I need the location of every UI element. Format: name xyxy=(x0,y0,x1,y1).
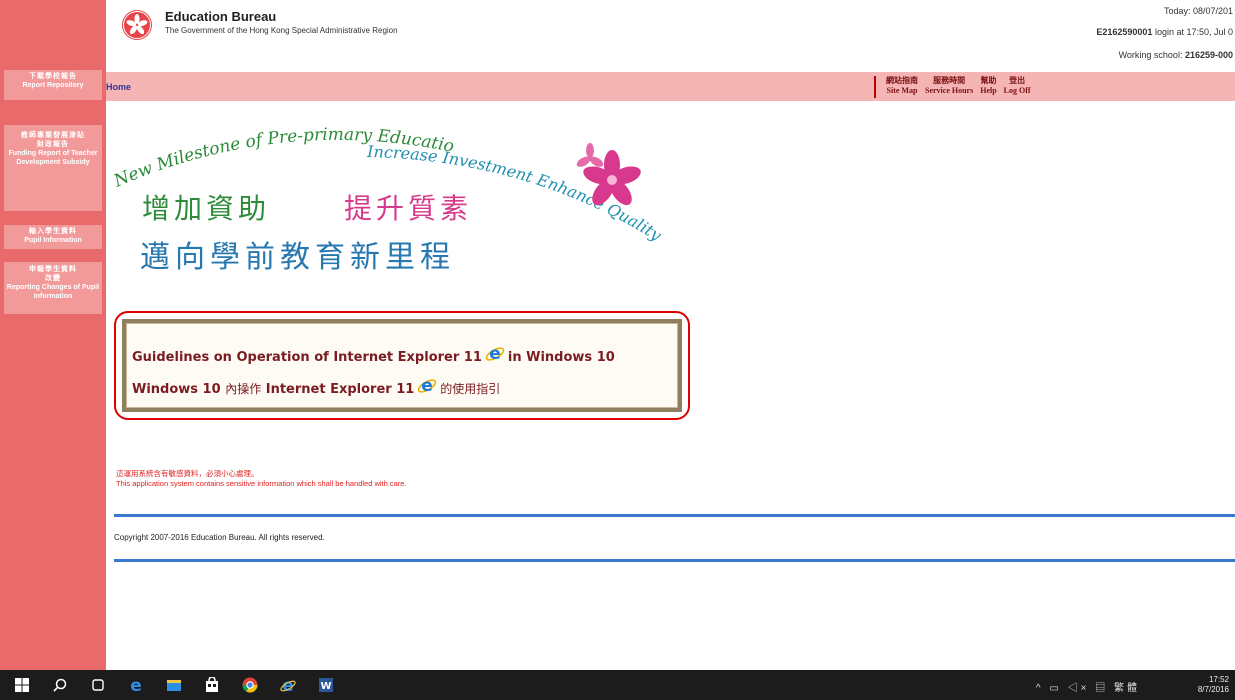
sensitive-info-warning: 這運用系統含有敏感資料，必須小心處理。 This application sys… xyxy=(116,469,407,489)
nav-link-zh: 網站指南 xyxy=(886,76,918,85)
login-user-id: E2162590001 xyxy=(1096,27,1153,37)
guideline-text: Windows 10 xyxy=(132,382,221,397)
clock-date: 8/7/2016 xyxy=(1197,685,1229,694)
guideline-text: Guidelines on Operation of Internet Expl… xyxy=(132,350,482,365)
guideline-text: in Windows 10 xyxy=(507,350,615,365)
school-label: Working school: xyxy=(1118,50,1185,60)
store-icon[interactable] xyxy=(204,677,220,693)
sidebar-item-label-zh2: 財政報告 xyxy=(37,141,69,148)
clock-time: 17:52 xyxy=(1208,675,1229,684)
nav-link-en: Help xyxy=(980,86,997,95)
sidebar: 下載學校報告 Report Repository 教師專業發展津貼 財政報告 F… xyxy=(0,0,106,670)
warning-zh: 這運用系統含有敏感資料，必須小心處理。 xyxy=(116,469,259,478)
sidebar-item-pupil-information[interactable]: 輸入學生資料 Pupil Information xyxy=(4,225,102,249)
sidebar-item-label-zh: 申報學生資料 xyxy=(29,266,77,273)
chrome-icon[interactable] xyxy=(242,677,258,693)
guideline-text: 的使用指引 xyxy=(440,382,501,396)
search-icon[interactable] xyxy=(52,677,68,693)
nav-link-en: Log Off xyxy=(1003,86,1031,95)
org-subtitle: The Government of the Hong Kong Special … xyxy=(165,26,398,35)
ime-indicator[interactable]: 繁體 xyxy=(1114,683,1140,694)
system-clock[interactable]: 17:52 8/7/2016 xyxy=(1198,675,1229,695)
ie11-guidelines-highlight: Guidelines on Operation of Internet Expl… xyxy=(114,311,690,420)
ie11-guidelines-link-en[interactable]: Guidelines on Operation of Internet Expl… xyxy=(132,344,615,365)
windows-taskbar: e e W ^ ▭ ◁× ▤ 繁體 17:52 8/7/2016 xyxy=(0,670,1235,700)
divider xyxy=(114,559,1235,562)
volume-icon[interactable]: ◁× xyxy=(1068,683,1090,694)
org-name: Education Bureau xyxy=(165,9,277,24)
sidebar-item-reporting-changes[interactable]: 申報學生資料 改變 Reporting Changes of Pupil Inf… xyxy=(4,262,102,314)
banner-zh-line1b: 提升質素 xyxy=(344,192,472,225)
divider xyxy=(114,514,1235,517)
tray-chevron-icon[interactable]: ^ xyxy=(1036,683,1044,694)
sidebar-item-report-repository[interactable]: 下載學校報告 Report Repository xyxy=(4,70,102,100)
service-hours-link[interactable]: 服務時間 Service Hours xyxy=(925,76,973,98)
svg-text:e: e xyxy=(422,376,434,396)
task-view-icon[interactable] xyxy=(90,677,106,693)
notification-icon[interactable]: ▤ xyxy=(1095,683,1108,694)
windows-start-icon[interactable] xyxy=(14,677,30,693)
internet-explorer-icon[interactable]: e xyxy=(280,677,296,693)
file-explorer-icon[interactable] xyxy=(166,677,182,693)
sidebar-item-label-zh: 教師專業發展津貼 xyxy=(21,132,85,139)
sidebar-item-label: Pupil Information xyxy=(24,237,82,244)
ie11-guidelines-link-zh[interactable]: Windows 10 內操作 Internet Explorer 11 e 的使用指… xyxy=(132,376,500,397)
svg-text:e: e xyxy=(130,677,142,693)
system-tray[interactable]: ^ ▭ ◁× ▤ 繁體 xyxy=(1036,679,1140,694)
nav-link-zh: 登出 xyxy=(1009,76,1026,85)
internet-explorer-icon: e xyxy=(485,344,505,364)
nav-link-en: Service Hours xyxy=(925,86,974,95)
banner-zh-line2: 邁向學前教育新里程 xyxy=(140,240,455,275)
banner-zh-line1a: 增加資助 xyxy=(142,192,270,225)
guideline-text: 內操作 xyxy=(225,382,262,396)
hksar-emblem-icon xyxy=(122,10,152,40)
ie11-guidelines-panel: Guidelines on Operation of Internet Expl… xyxy=(122,319,682,412)
today-date: Today: 08/07/201 xyxy=(1163,6,1233,16)
sidebar-item-label: Funding Report of Teacher Development Su… xyxy=(8,150,98,166)
guideline-text: Internet Explorer 11 xyxy=(265,382,415,397)
copyright: Copyright 2007-2016 Education Bureau. Al… xyxy=(114,533,325,542)
home-link[interactable]: Home xyxy=(106,82,131,92)
sidebar-item-label-zh2: 改變 xyxy=(45,275,61,282)
nav-links: 網站指南 Site Map 服務時間 Service Hours 幫助 Help… xyxy=(874,76,1031,98)
log-off-link[interactable]: 登出 Log Off xyxy=(1004,76,1031,98)
login-info: E2162590001 login at 17:50, Jul 0 xyxy=(1096,27,1233,37)
nav-link-zh: 服務時間 xyxy=(933,76,966,85)
sidebar-item-label: Reporting Changes of Pupil Information xyxy=(6,284,100,300)
word-icon[interactable]: W xyxy=(318,677,334,693)
header: Education Bureau The Government of the H… xyxy=(106,0,1235,70)
school-code: 216259-000 xyxy=(1184,50,1233,60)
site-map-link[interactable]: 網站指南 Site Map xyxy=(886,76,918,98)
svg-text:W: W xyxy=(320,681,331,692)
help-link[interactable]: 幫助 Help xyxy=(980,76,996,98)
nav-bar: Home 網站指南 Site Map 服務時間 Service Hours 幫助… xyxy=(106,72,1235,101)
pre-primary-education-banner: New Milestone of Pre-primary Education I… xyxy=(112,115,666,275)
working-school: Working school: 216259-000 xyxy=(1119,50,1233,60)
svg-text:e: e xyxy=(489,344,501,364)
warning-en: This application system contains sensiti… xyxy=(116,479,407,488)
sidebar-item-label: Report Repository xyxy=(22,82,84,89)
edge-icon[interactable]: e xyxy=(128,677,144,693)
sidebar-item-label-zh: 輸入學生資料 xyxy=(29,228,77,235)
sidebar-item-label-zh: 下載學校報告 xyxy=(29,73,77,80)
login-time: login at 17:50, Jul 0 xyxy=(1152,27,1233,37)
nav-link-en: Site Map xyxy=(886,86,918,95)
internet-explorer-icon: e xyxy=(418,376,437,396)
network-icon[interactable]: ▭ xyxy=(1049,683,1061,694)
nav-link-zh: 幫助 xyxy=(980,76,997,85)
sidebar-item-funding-report[interactable]: 教師專業發展津貼 財政報告 Funding Report of Teacher … xyxy=(4,125,102,211)
